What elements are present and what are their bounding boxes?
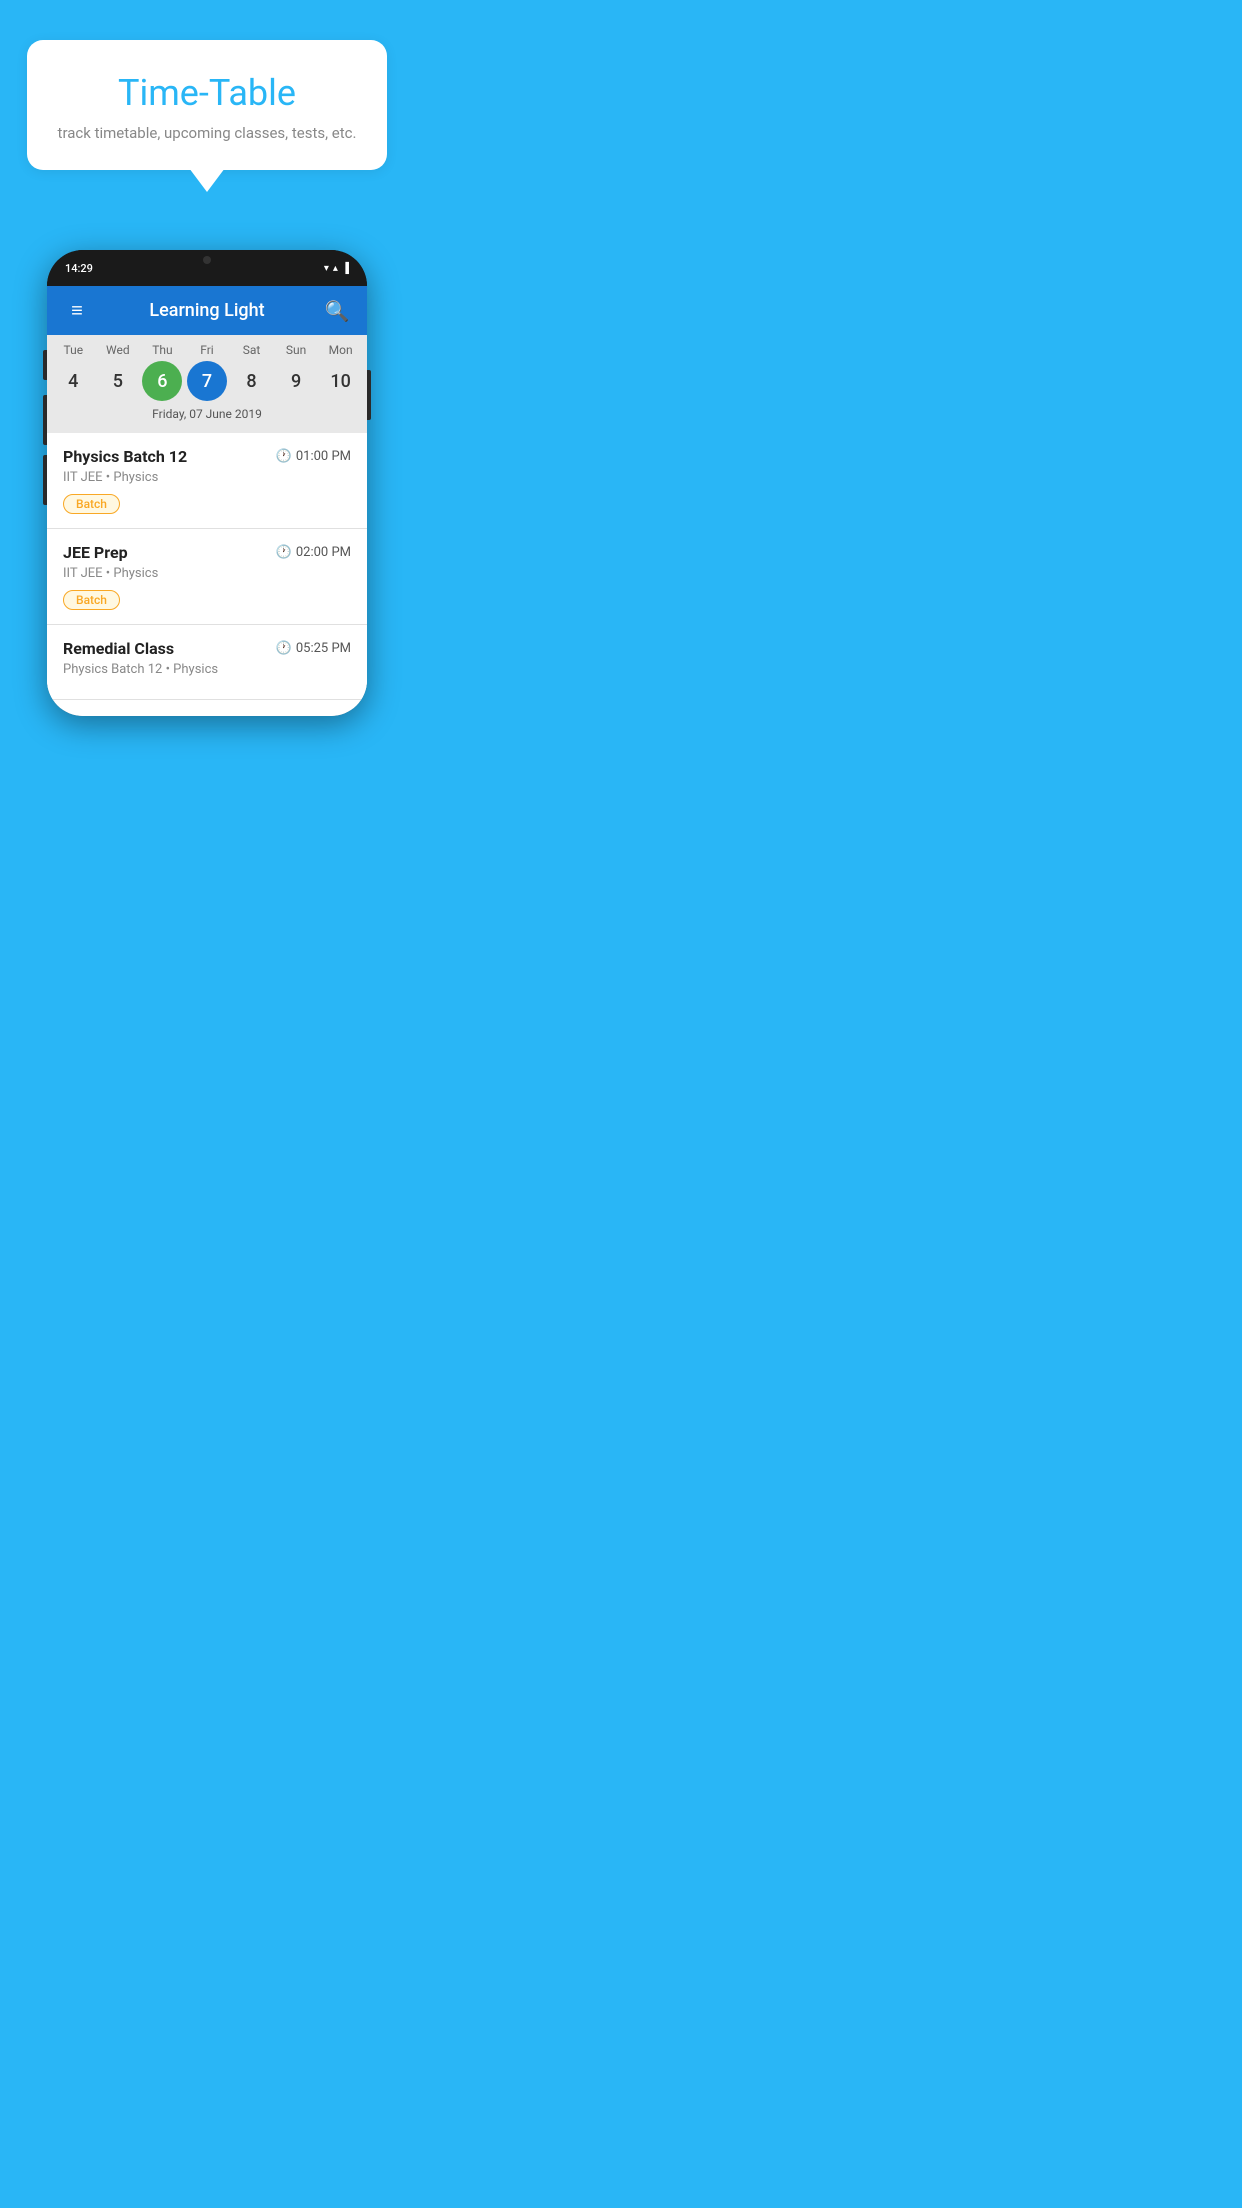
day-headers: Tue Wed Thu Fri Sat Sun Mon [47,343,367,357]
schedule-item-header-3: Remedial Class 🕐 05:25 PM [63,639,351,658]
day-6-today[interactable]: 6 [142,361,182,401]
selected-date-label: Friday, 07 June 2019 [47,401,367,429]
clock-icon-3: 🕐 [276,641,292,656]
day-header-tue: Tue [53,343,93,357]
time-label-1: 01:00 PM [296,449,351,464]
schedule-item-physics-batch[interactable]: Physics Batch 12 🕐 01:00 PM IIT JEE • Ph… [47,433,367,529]
schedule-time-3: 🕐 05:25 PM [276,641,351,656]
app-bar-title: Learning Light [91,300,323,321]
day-header-wed: Wed [98,343,138,357]
schedule-item-jee-prep[interactable]: JEE Prep 🕐 02:00 PM IIT JEE • Physics Ba… [47,529,367,625]
day-numbers: 4 5 6 7 8 9 10 [47,361,367,401]
search-icon[interactable]: 🔍 [323,299,351,323]
clock-icon-1: 🕐 [276,449,292,464]
schedule-subtitle-2: IIT JEE • Physics [63,566,351,581]
batch-badge-2: Batch [63,590,120,610]
day-4[interactable]: 4 [53,361,93,401]
schedule-time-1: 🕐 01:00 PM [276,449,351,464]
bubble-subtitle: track timetable, upcoming classes, tests… [55,124,359,142]
clock-icon-2: 🕐 [276,545,292,560]
hamburger-icon[interactable]: ≡ [63,298,91,323]
day-10[interactable]: 10 [321,361,361,401]
app-screen: ≡ Learning Light 🔍 Tue Wed Thu Fri Sat S… [47,286,367,716]
day-5[interactable]: 5 [98,361,138,401]
schedule-subtitle-1: IIT JEE • Physics [63,470,351,485]
schedule-item-header-2: JEE Prep 🕐 02:00 PM [63,543,351,562]
phone-notch [177,250,237,270]
status-bar: 14:29 ▾ ▴ ▐ [47,250,367,286]
power-button [367,370,371,420]
day-9[interactable]: 9 [276,361,316,401]
phone-mockup: 14:29 ▾ ▴ ▐ ≡ Learning Light 🔍 Tue [47,250,367,716]
day-header-mon: Mon [321,343,361,357]
day-header-sat: Sat [232,343,272,357]
bubble-title: Time-Table [55,72,359,114]
day-header-thu: Thu [142,343,182,357]
bottom-space [47,700,367,716]
schedule-title-3: Remedial Class [63,639,174,658]
batch-badge-1: Batch [63,494,120,514]
day-header-fri: Fri [187,343,227,357]
schedule-item-header-1: Physics Batch 12 🕐 01:00 PM [63,447,351,466]
day-7-selected[interactable]: 7 [187,361,227,401]
status-icons: ▾ ▴ ▐ [324,263,349,274]
schedule-time-2: 🕐 02:00 PM [276,545,351,560]
battery-icon: ▐ [342,263,349,274]
front-camera [203,256,211,264]
phone-shell: 14:29 ▾ ▴ ▐ ≡ Learning Light 🔍 Tue [47,250,367,716]
time-label-2: 02:00 PM [296,545,351,560]
speech-bubble: Time-Table track timetable, upcoming cla… [27,40,387,170]
schedule-list: Physics Batch 12 🕐 01:00 PM IIT JEE • Ph… [47,433,367,700]
day-header-sun: Sun [276,343,316,357]
signal-icon: ▴ [333,263,338,274]
schedule-item-remedial[interactable]: Remedial Class 🕐 05:25 PM Physics Batch … [47,625,367,700]
schedule-subtitle-3: Physics Batch 12 • Physics [63,662,351,677]
app-bar: ≡ Learning Light 🔍 [47,286,367,335]
calendar-strip: Tue Wed Thu Fri Sat Sun Mon 4 5 6 7 8 9 … [47,335,367,433]
time-label-3: 05:25 PM [296,641,351,656]
schedule-title-1: Physics Batch 12 [63,447,187,466]
wifi-icon: ▾ [324,263,329,274]
schedule-title-2: JEE Prep [63,543,128,562]
day-8[interactable]: 8 [232,361,272,401]
status-time: 14:29 [65,262,93,275]
